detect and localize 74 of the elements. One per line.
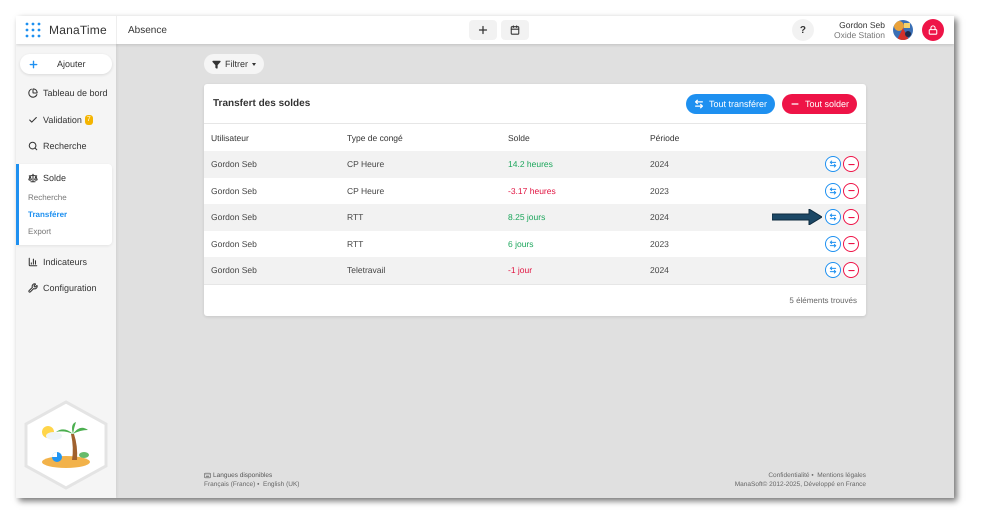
table-cell: 14.2 heures	[508, 159, 553, 170]
table-cell: -3.17 heures	[508, 186, 556, 196]
result-count: 5 éléments trouvés	[789, 296, 857, 304]
table-cell: Gordon Seb	[211, 159, 257, 170]
swap-icon	[694, 98, 704, 108]
transfer-button[interactable]	[825, 236, 841, 252]
search-icon	[28, 141, 38, 152]
table-cell: 8.25 jours	[508, 212, 546, 222]
module-title: Absence	[128, 24, 167, 36]
table-cell: Teletravail	[347, 265, 386, 276]
grid-dots-icon[interactable]	[25, 22, 41, 38]
column-header: Type de congé	[347, 132, 404, 142]
table-cell: 2023	[650, 238, 669, 249]
table-cell: 2023	[650, 186, 669, 196]
bar-chart-icon	[28, 256, 38, 267]
wrench-icon	[28, 283, 38, 294]
column-header: Utilisateur	[211, 132, 250, 142]
swap-icon	[829, 266, 837, 274]
calendar-icon	[510, 25, 520, 35]
keyboard-icon	[204, 472, 211, 479]
settle-button[interactable]	[843, 236, 859, 252]
table-cell: CP Heure	[347, 159, 384, 170]
card-title: Transfert des soldes	[213, 98, 312, 109]
table-cell: CP Heure	[347, 186, 384, 196]
column-header: Période	[650, 132, 680, 142]
nav-item[interactable]: Configuration	[43, 283, 97, 294]
table-cell: Gordon Seb	[211, 212, 257, 222]
pie-chart-icon	[28, 88, 38, 98]
filter-icon	[212, 60, 221, 68]
settle-button[interactable]	[843, 209, 859, 226]
table-cell: Gordon Seb	[211, 238, 257, 249]
transfer-button[interactable]	[825, 209, 841, 226]
column-header: Solde	[508, 132, 531, 142]
table-cell: 2024	[650, 159, 669, 170]
help-button[interactable]: ?	[792, 19, 814, 41]
plus-icon	[477, 24, 490, 36]
nav-item[interactable]: Solde	[43, 172, 66, 182]
table-cell: Gordon Seb	[211, 265, 257, 276]
scale-icon	[28, 172, 38, 182]
nav-item[interactable]: Indicateurs	[43, 256, 88, 267]
user-name: Gordon Seb	[839, 20, 885, 30]
swap-icon	[829, 160, 837, 168]
brand-name: ManaTime	[49, 23, 107, 37]
swap-icon	[829, 213, 837, 222]
settle-all-button[interactable]: Tout solder	[782, 94, 857, 114]
table-cell: RTT	[347, 212, 364, 222]
table-cell: 2024	[650, 265, 669, 276]
company-name: Oxide Station	[834, 30, 885, 40]
nav-item[interactable]: Validation	[43, 114, 82, 125]
table-cell: 6 jours	[508, 238, 534, 249]
nav-item[interactable]: Recherche	[43, 141, 87, 152]
table-cell: RTT	[347, 238, 364, 249]
settle-button[interactable]	[843, 156, 859, 172]
nav-subitem[interactable]: Recherche	[28, 190, 112, 204]
table-cell: 2024	[650, 212, 669, 222]
plus-icon	[28, 58, 39, 70]
table-cell: Gordon Seb	[211, 186, 257, 196]
transfer-button[interactable]	[825, 182, 841, 199]
add-button[interactable]	[469, 20, 498, 40]
nav-item[interactable]: Tableau de bord	[43, 88, 108, 98]
lock-icon	[928, 25, 938, 35]
add-absence-button[interactable]: Ajouter	[20, 54, 112, 74]
table-cell: -1 jour	[508, 265, 532, 276]
calendar-button[interactable]	[501, 20, 530, 40]
settle-button[interactable]	[843, 262, 859, 278]
nav-subitem[interactable]: Export	[28, 224, 112, 238]
swap-icon	[829, 240, 837, 248]
lock-button[interactable]	[922, 19, 944, 41]
settle-button[interactable]	[843, 182, 859, 199]
filter-button[interactable]: Filtrer	[204, 54, 264, 74]
swap-icon	[829, 186, 837, 195]
check-icon	[28, 114, 38, 125]
transfer-button[interactable]	[825, 156, 841, 172]
transfer-button[interactable]	[825, 262, 841, 278]
